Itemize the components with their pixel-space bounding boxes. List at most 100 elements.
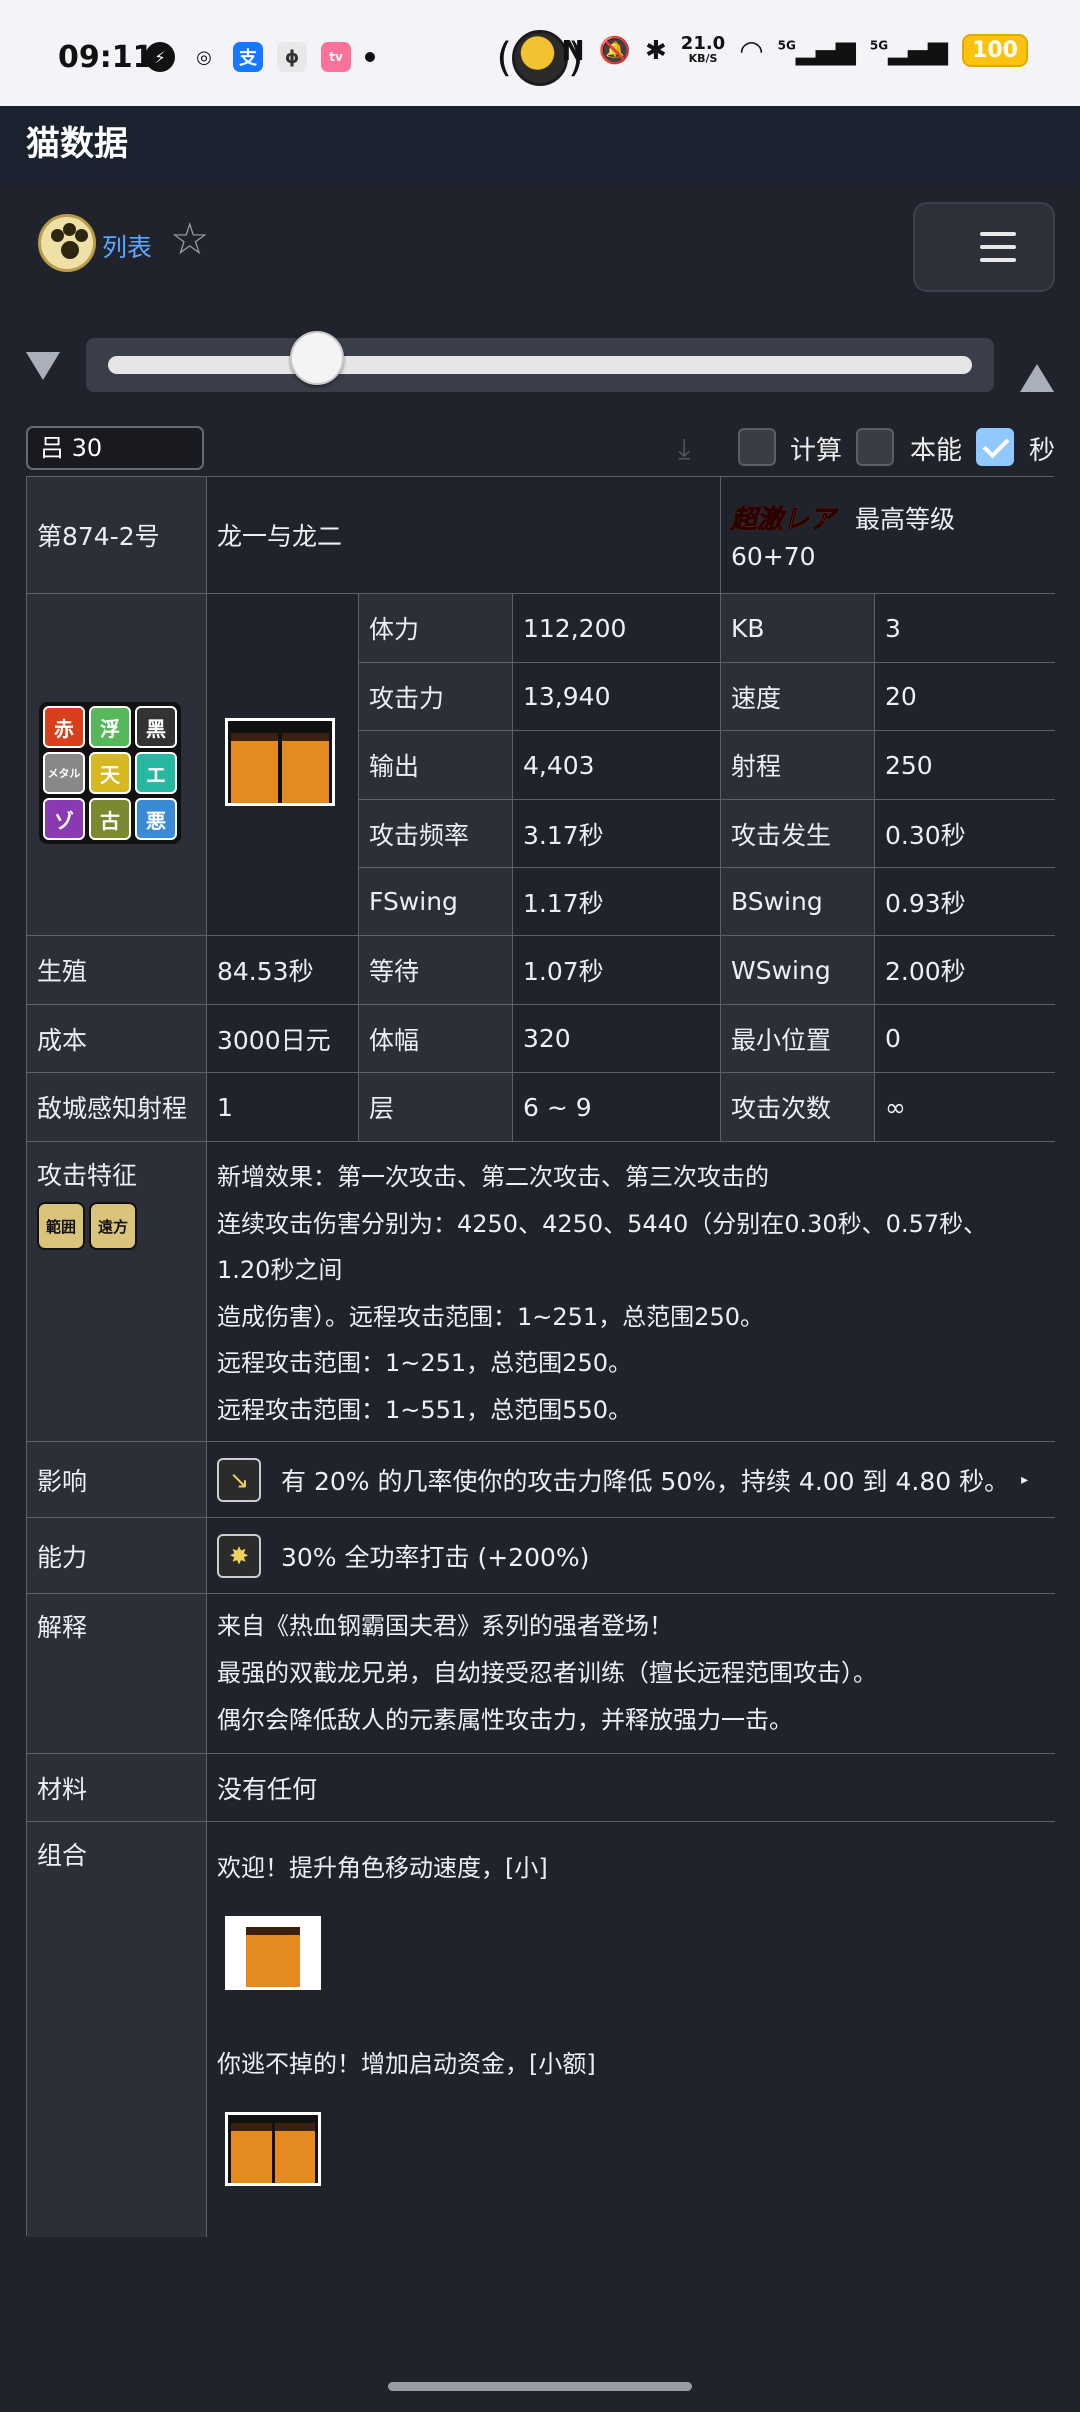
messenger-icon: ⚡ bbox=[145, 42, 175, 72]
weaken-icon: ↘ bbox=[217, 1457, 261, 1502]
favorite-star-icon[interactable]: ☆ bbox=[170, 218, 209, 262]
combo-text: 你逃不掉的！增加启动资金，[小额] bbox=[217, 2050, 596, 2078]
trait-zombie-icon: ゾ bbox=[43, 798, 85, 840]
effect-cell: ↘ 有 20% 的几率使你的攻击力降低 50%，持续 4.00 到 4.80 秒… bbox=[207, 1442, 1055, 1518]
stat-label: 体幅 bbox=[359, 1005, 513, 1073]
stat-label: WSwing bbox=[721, 936, 875, 1005]
stat-label: 等待 bbox=[359, 936, 513, 1005]
combos-label: 组合 bbox=[27, 1822, 207, 2237]
seconds-label: 秒 bbox=[1029, 436, 1056, 466]
stat-label: 输出 bbox=[359, 731, 513, 800]
attack-feature-line: 远程攻击范围：1~251，总范围250。 bbox=[217, 1349, 632, 1377]
attack-feature-label-cell: 攻击特征 範囲 遠方 bbox=[27, 1142, 207, 1442]
combo-text: 欢迎！提升角色移动速度，[小] bbox=[217, 1854, 548, 1882]
stat-label: 射程 bbox=[721, 731, 875, 800]
combo-unit-icon[interactable] bbox=[225, 1916, 321, 1990]
stat-label: 生殖 bbox=[27, 936, 207, 1005]
calc-checkbox[interactable] bbox=[738, 428, 776, 466]
list-link[interactable]: 列表 bbox=[102, 228, 152, 264]
stat-label: 攻击次数 bbox=[721, 1073, 875, 1142]
stat-value: ∞ bbox=[875, 1073, 1055, 1142]
traits-cell: 赤 浮 黑 メタル 天 エ ゾ 古 悪 bbox=[27, 594, 207, 936]
description-line: 偶尔会降低敌人的元素属性攻击力，并释放强力一击。 bbox=[217, 1706, 793, 1734]
trait-relic-icon: 古 bbox=[89, 798, 131, 840]
attack-feature-line: 1.20秒之间 bbox=[217, 1256, 343, 1284]
unit-id: 第874-2号 bbox=[27, 477, 207, 594]
rarity-cell: 超激レア 最高等级 60+70 bbox=[721, 477, 1055, 594]
trait-aku-icon: 悪 bbox=[135, 798, 177, 840]
status-bar: 09:11 ⚡ ◎ 支 ϕ tv () N 🔕 ✱ 21.0 KB/S ◠ 5G… bbox=[0, 0, 1080, 106]
materials-label: 材料 bbox=[27, 1754, 207, 1822]
trait-icons: 赤 浮 黑 メタル 天 エ ゾ 古 悪 bbox=[39, 702, 181, 844]
stat-label: 成本 bbox=[27, 1005, 207, 1073]
level-decrease-icon[interactable] bbox=[26, 352, 60, 380]
stat-label: 速度 bbox=[721, 663, 875, 731]
attack-feature-line: 新增效果：第一次攻击、第二次攻击、第三次攻击的 bbox=[217, 1163, 769, 1191]
paw-logo-icon[interactable] bbox=[38, 214, 96, 272]
stat-label: 攻击频率 bbox=[359, 800, 513, 868]
stat-value: 250 bbox=[875, 731, 1055, 800]
trait-red-icon: 赤 bbox=[43, 706, 85, 748]
talent-label: 本能 bbox=[910, 436, 963, 466]
system-status-icons: N 🔕 ✱ 21.0 KB/S ◠ 5G▂▄▆ 5G▂▄▆ 100 bbox=[561, 34, 1028, 67]
seconds-checkbox[interactable] bbox=[976, 428, 1014, 466]
signal-2-label: 5G bbox=[869, 37, 889, 52]
stat-value: 13,940 bbox=[513, 663, 721, 731]
level-increase-icon[interactable] bbox=[1020, 364, 1054, 392]
battery-indicator: 100 bbox=[962, 34, 1028, 67]
attack-feature-line: 造成伤害）。远程攻击范围：1~251，总范围250。 bbox=[217, 1302, 764, 1331]
unit-stats-table: 第874-2号 龙一与龙二 超激レア 最高等级 60+70 赤 浮 黑 メタル 天… bbox=[26, 476, 1055, 2237]
stat-value: 2.00秒 bbox=[875, 936, 1055, 1005]
attack-feature-label: 攻击特征 bbox=[37, 1161, 138, 1190]
stat-label: KB bbox=[721, 594, 875, 663]
status-time: 09:11 bbox=[58, 40, 154, 75]
hamburger-icon bbox=[980, 232, 1016, 262]
stat-label: 攻击力 bbox=[359, 663, 513, 731]
materials-value: 没有任何 bbox=[207, 1754, 1055, 1822]
level-slider[interactable] bbox=[86, 338, 994, 392]
net-speed-value: 21.0 bbox=[680, 32, 726, 54]
stat-value: 6 ~ 9 bbox=[513, 1073, 721, 1142]
app-icon: ϕ bbox=[277, 42, 307, 72]
stat-value: 0.93秒 bbox=[875, 868, 1055, 936]
ability-label: 能力 bbox=[27, 1518, 207, 1594]
stat-value: 112,200 bbox=[513, 594, 721, 663]
page-title: 猫数据 bbox=[26, 124, 128, 164]
unit-sprite-icon bbox=[225, 718, 335, 806]
stat-value: 1.17秒 bbox=[513, 868, 721, 936]
attack-feature-line: 连续攻击伤害分别为：4250、4250、5440（分别在0.30秒、0.57秒、 bbox=[217, 1209, 988, 1238]
stat-label: 攻击发生 bbox=[721, 800, 875, 868]
max-level-label: 最高等级 bbox=[855, 505, 956, 534]
signal-icon-2: 5G▂▄▆ bbox=[869, 35, 949, 66]
download-icon[interactable]: ⤓ bbox=[678, 432, 708, 465]
stat-label: FSwing bbox=[359, 868, 513, 936]
level-input[interactable]: 吕 30 bbox=[26, 426, 204, 470]
signal-icon-1: 5G▂▄▆ bbox=[777, 35, 856, 66]
talent-checkbox[interactable] bbox=[856, 428, 894, 466]
stat-label: 体力 bbox=[359, 594, 513, 663]
combo-unit-icon[interactable] bbox=[225, 2112, 321, 2186]
effect-label: 影响 bbox=[27, 1442, 207, 1518]
menu-button[interactable] bbox=[913, 202, 1055, 292]
stat-value: 320 bbox=[513, 1005, 721, 1073]
ability-cell: ✸ 30% 全功率打击 (+200%) bbox=[207, 1518, 1055, 1594]
level-slider-thumb[interactable] bbox=[290, 331, 344, 385]
unit-sprite-cell bbox=[207, 594, 359, 936]
trait-metal-icon: メタル bbox=[43, 752, 85, 794]
stat-value: 3 bbox=[875, 594, 1055, 663]
description-line: 来自《热血钢霸国夫君》系列的强者登场！ bbox=[217, 1612, 673, 1640]
stat-label: 最小位置 bbox=[721, 1005, 875, 1073]
effect-text: 有 20% 的几率使你的攻击力降低 50%，持续 4.00 到 4.80 秒。 bbox=[281, 1466, 1010, 1496]
effect-expand-icon[interactable]: ▸ bbox=[1021, 1472, 1028, 1488]
rarity-badge: 超激レア bbox=[730, 499, 835, 536]
stat-value: 1.07秒 bbox=[513, 936, 721, 1005]
signal-1-label: 5G bbox=[777, 37, 796, 52]
network-speed: 21.0 KB/S bbox=[680, 32, 726, 66]
notification-icons: ⚡ ◎ 支 ϕ tv bbox=[145, 42, 375, 72]
attack-feature-text: 新增效果：第一次攻击、第二次攻击、第三次攻击的 连续攻击伤害分别为：4250、4… bbox=[207, 1142, 1055, 1442]
trait-angel-icon: 天 bbox=[89, 752, 131, 794]
stat-label: 层 bbox=[359, 1073, 513, 1142]
stat-value: 84.53秒 bbox=[207, 936, 359, 1005]
gesture-home-bar[interactable] bbox=[388, 2382, 692, 2391]
attack-feature-line: 远程攻击范围：1~551，总范围550。 bbox=[217, 1395, 632, 1424]
